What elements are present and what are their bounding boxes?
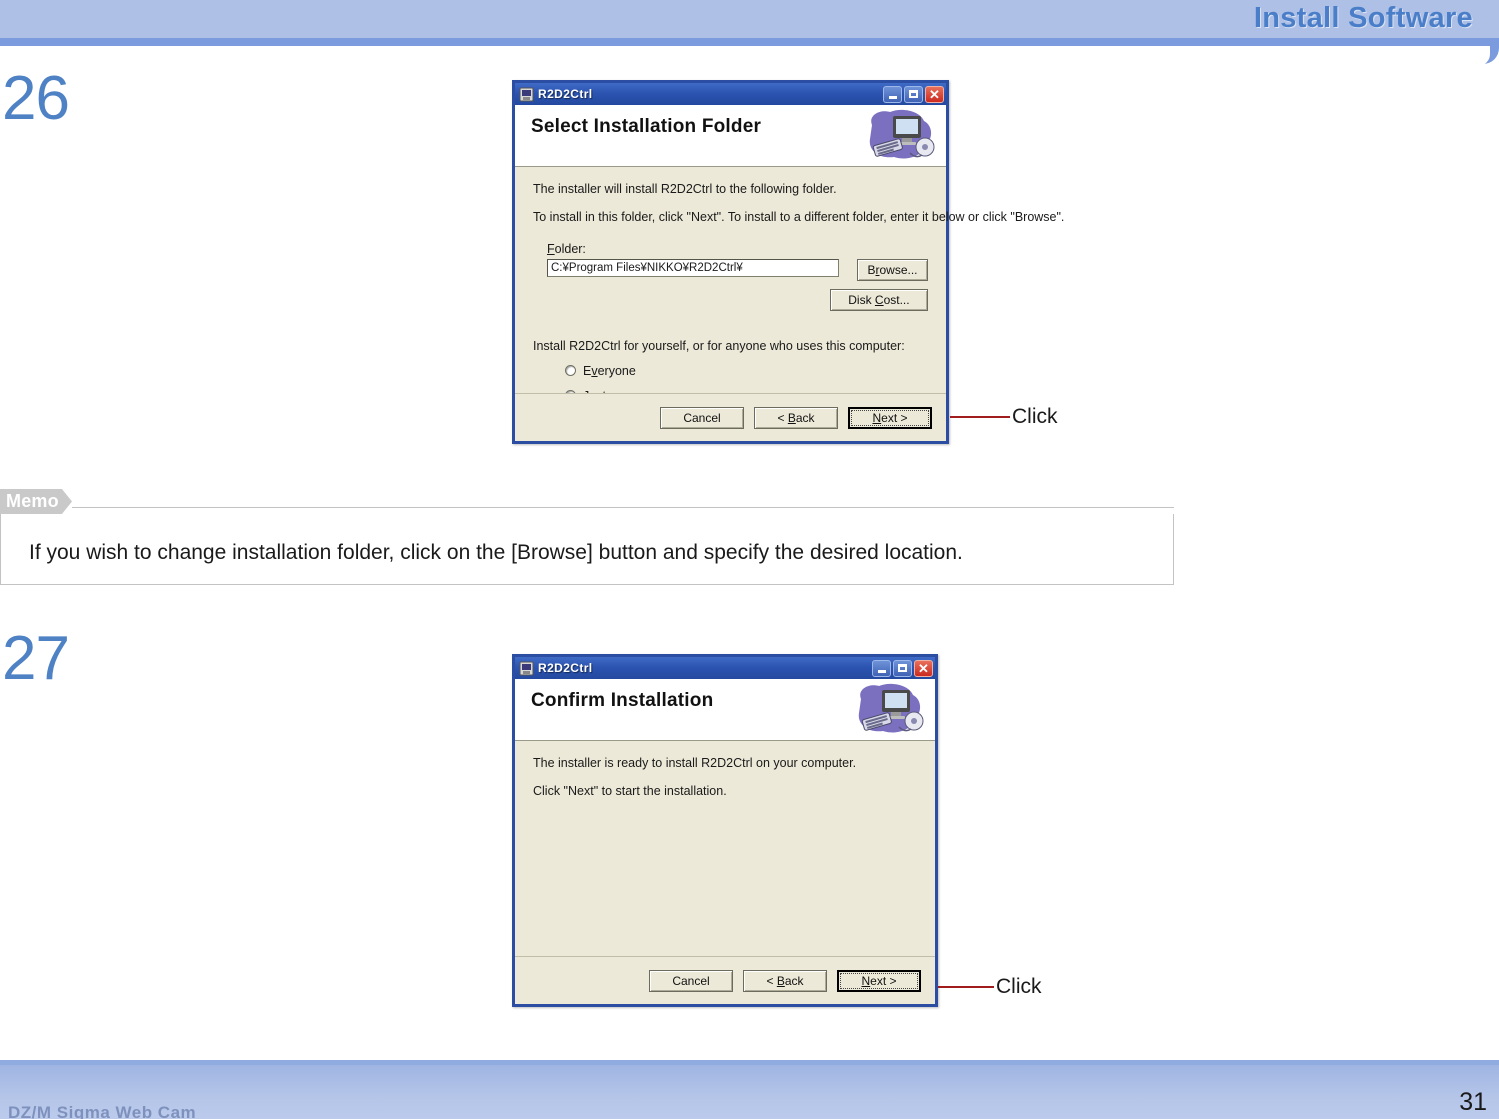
browse-button[interactable]: Browse...	[857, 258, 928, 281]
back-button[interactable]: < Back	[754, 406, 838, 429]
dialog2-footer: Cancel < Back Next >	[515, 956, 935, 1004]
dialog1-callout-label: Click	[1012, 405, 1058, 428]
dialog1-banner: Select Installation Folder	[515, 105, 946, 167]
dialog-select-installation-folder: R2D2Ctrl ✕ Select Installation Folder Th…	[512, 80, 1065, 444]
radio-everyone[interactable]: Everyone	[565, 364, 928, 378]
dialog1-titlebar: R2D2Ctrl ✕	[515, 83, 946, 105]
footer-band: DZ/M Sigma Web Cam 31	[0, 1065, 1499, 1119]
folder-label: Folder:	[547, 241, 586, 256]
diskcost-row: Disk Cost...	[547, 281, 928, 311]
radio-everyone-indicator	[565, 365, 576, 377]
dialog1-title: R2D2Ctrl	[538, 87, 593, 101]
memo-top-rule	[72, 507, 1174, 508]
cancel-button[interactable]: Cancel	[660, 406, 744, 429]
dialog2-line2: Click "Next" to start the installation.	[533, 783, 727, 798]
page-title: Install Software	[1253, 2, 1473, 34]
footer-page-number: 31	[1459, 1088, 1487, 1116]
dialog1-line1: The installer will install R2D2Ctrl to t…	[533, 182, 837, 196]
dialog1-window-buttons: ✕	[883, 85, 944, 103]
dialog2-banner: Confirm Installation	[515, 679, 935, 741]
step-number-26: 26	[2, 64, 70, 133]
memo-text: If you wish to change installation folde…	[29, 541, 963, 564]
dialog2-callout-line	[938, 986, 994, 988]
folder-input[interactable]: C:¥Program Files¥NIKKO¥R2D2Ctrl¥	[547, 258, 839, 277]
dialog1-footer: Cancel < Back Next >	[515, 393, 946, 441]
footer-document-name: DZ/M Sigma Web Cam	[8, 1103, 197, 1119]
page-root: Install Software 26 R2D2Ctrl ✕ Select In…	[0, 0, 1499, 1119]
installer-icon	[519, 87, 534, 102]
dialog-confirm-installation: R2D2Ctrl ✕ Confirm Installation The inst…	[512, 654, 938, 1007]
maximize-button[interactable]	[893, 659, 912, 677]
memo-tab: Memo	[0, 489, 72, 514]
dialog2-title: R2D2Ctrl	[538, 661, 593, 675]
folder-row: C:¥Program Files¥NIKKO¥R2D2Ctrl¥ Browse.…	[547, 258, 928, 281]
back-button[interactable]: < Back	[743, 969, 827, 992]
dialog1-body: The installer will install R2D2Ctrl to t…	[515, 167, 1065, 403]
dialog1-radio-intro: Install R2D2Ctrl for yourself, or for an…	[533, 338, 905, 353]
disk-cost-button[interactable]: Disk Cost...	[829, 288, 928, 311]
dialog1-callout-line	[950, 416, 1010, 418]
radio-everyone-label: Everyone	[583, 363, 636, 378]
dialog2-window-buttons: ✕	[872, 659, 933, 677]
header-accent-inner	[0, 46, 1490, 66]
computer-cd-icon	[851, 681, 927, 739]
dialog2-callout-label: Click	[996, 975, 1042, 998]
dialog2-body: The installer is ready to install R2D2Ct…	[515, 741, 935, 800]
installer-icon	[519, 661, 534, 676]
dialog1-heading: Select Installation Folder	[531, 116, 762, 137]
minimize-button[interactable]	[883, 85, 902, 103]
step-number-27: 27	[2, 624, 70, 693]
dialog2-heading: Confirm Installation	[531, 690, 714, 711]
cancel-button[interactable]: Cancel	[649, 969, 733, 992]
close-icon[interactable]: ✕	[925, 85, 944, 103]
memo-box: If you wish to change installation folde…	[0, 514, 1174, 585]
computer-cd-icon	[862, 107, 938, 165]
next-button[interactable]: Next >	[837, 969, 921, 992]
minimize-button[interactable]	[872, 659, 891, 677]
dialog1-line2: To install in this folder, click "Next".…	[533, 209, 1065, 224]
dialog2-titlebar: R2D2Ctrl ✕	[515, 657, 935, 679]
maximize-button[interactable]	[904, 85, 923, 103]
close-icon[interactable]: ✕	[914, 659, 933, 677]
next-button[interactable]: Next >	[848, 406, 932, 429]
dialog2-line1: The installer is ready to install R2D2Ct…	[533, 756, 857, 770]
